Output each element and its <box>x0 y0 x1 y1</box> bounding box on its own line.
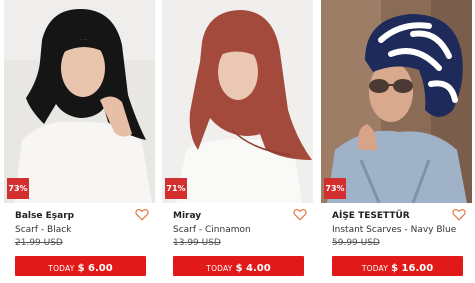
product-card[interactable]: 71% Miray Scarf - Cinnamon 13.99 USD TOD… <box>162 0 313 283</box>
product-card[interactable]: 73% Balse Eşarp Scarf - Black 21.99 USD … <box>4 0 155 283</box>
product-photo-black-scarf <box>4 0 155 203</box>
today-price-button[interactable]: TODAY $ 6.00 <box>15 256 146 276</box>
heart-icon[interactable] <box>452 208 466 221</box>
product-card[interactable]: 73% AİŞE TESETTÜR Instant Scarves - Navy… <box>321 0 472 283</box>
discount-badge: 73% <box>7 178 29 199</box>
product-grid: 73% Balse Eşarp Scarf - Black 21.99 USD … <box>0 0 475 283</box>
product-image[interactable] <box>162 0 313 203</box>
today-price: $ 16.00 <box>391 263 434 274</box>
product-name[interactable]: Instant Scarves - Navy Blue <box>332 225 456 235</box>
today-price-button[interactable]: TODAY $ 4.00 <box>173 256 304 276</box>
product-photo-cinnamon-scarf <box>162 0 313 203</box>
heart-icon[interactable] <box>293 208 307 221</box>
today-price-button[interactable]: TODAY $ 16.00 <box>332 256 463 276</box>
discount-badge: 73% <box>324 178 346 199</box>
today-price: $ 6.00 <box>77 263 113 274</box>
old-price: 59.99 USD <box>332 238 380 248</box>
product-brand[interactable]: AİŞE TESETTÜR <box>332 211 410 221</box>
today-price: $ 4.00 <box>235 263 271 274</box>
heart-icon[interactable] <box>135 208 149 221</box>
today-label: TODAY <box>48 264 75 273</box>
product-brand[interactable]: Balse Eşarp <box>15 211 74 221</box>
discount-badge: 71% <box>165 178 187 199</box>
today-label: TODAY <box>206 264 233 273</box>
product-name[interactable]: Scarf - Cinnamon <box>173 225 251 235</box>
product-name[interactable]: Scarf - Black <box>15 225 71 235</box>
product-brand[interactable]: Miray <box>173 211 201 221</box>
product-image[interactable] <box>4 0 155 203</box>
product-image[interactable] <box>321 0 472 203</box>
product-photo-navy-instant-scarf <box>321 0 472 203</box>
old-price: 21.99 USD <box>15 238 63 248</box>
old-price: 13.99 USD <box>173 238 221 248</box>
today-label: TODAY <box>361 264 389 273</box>
